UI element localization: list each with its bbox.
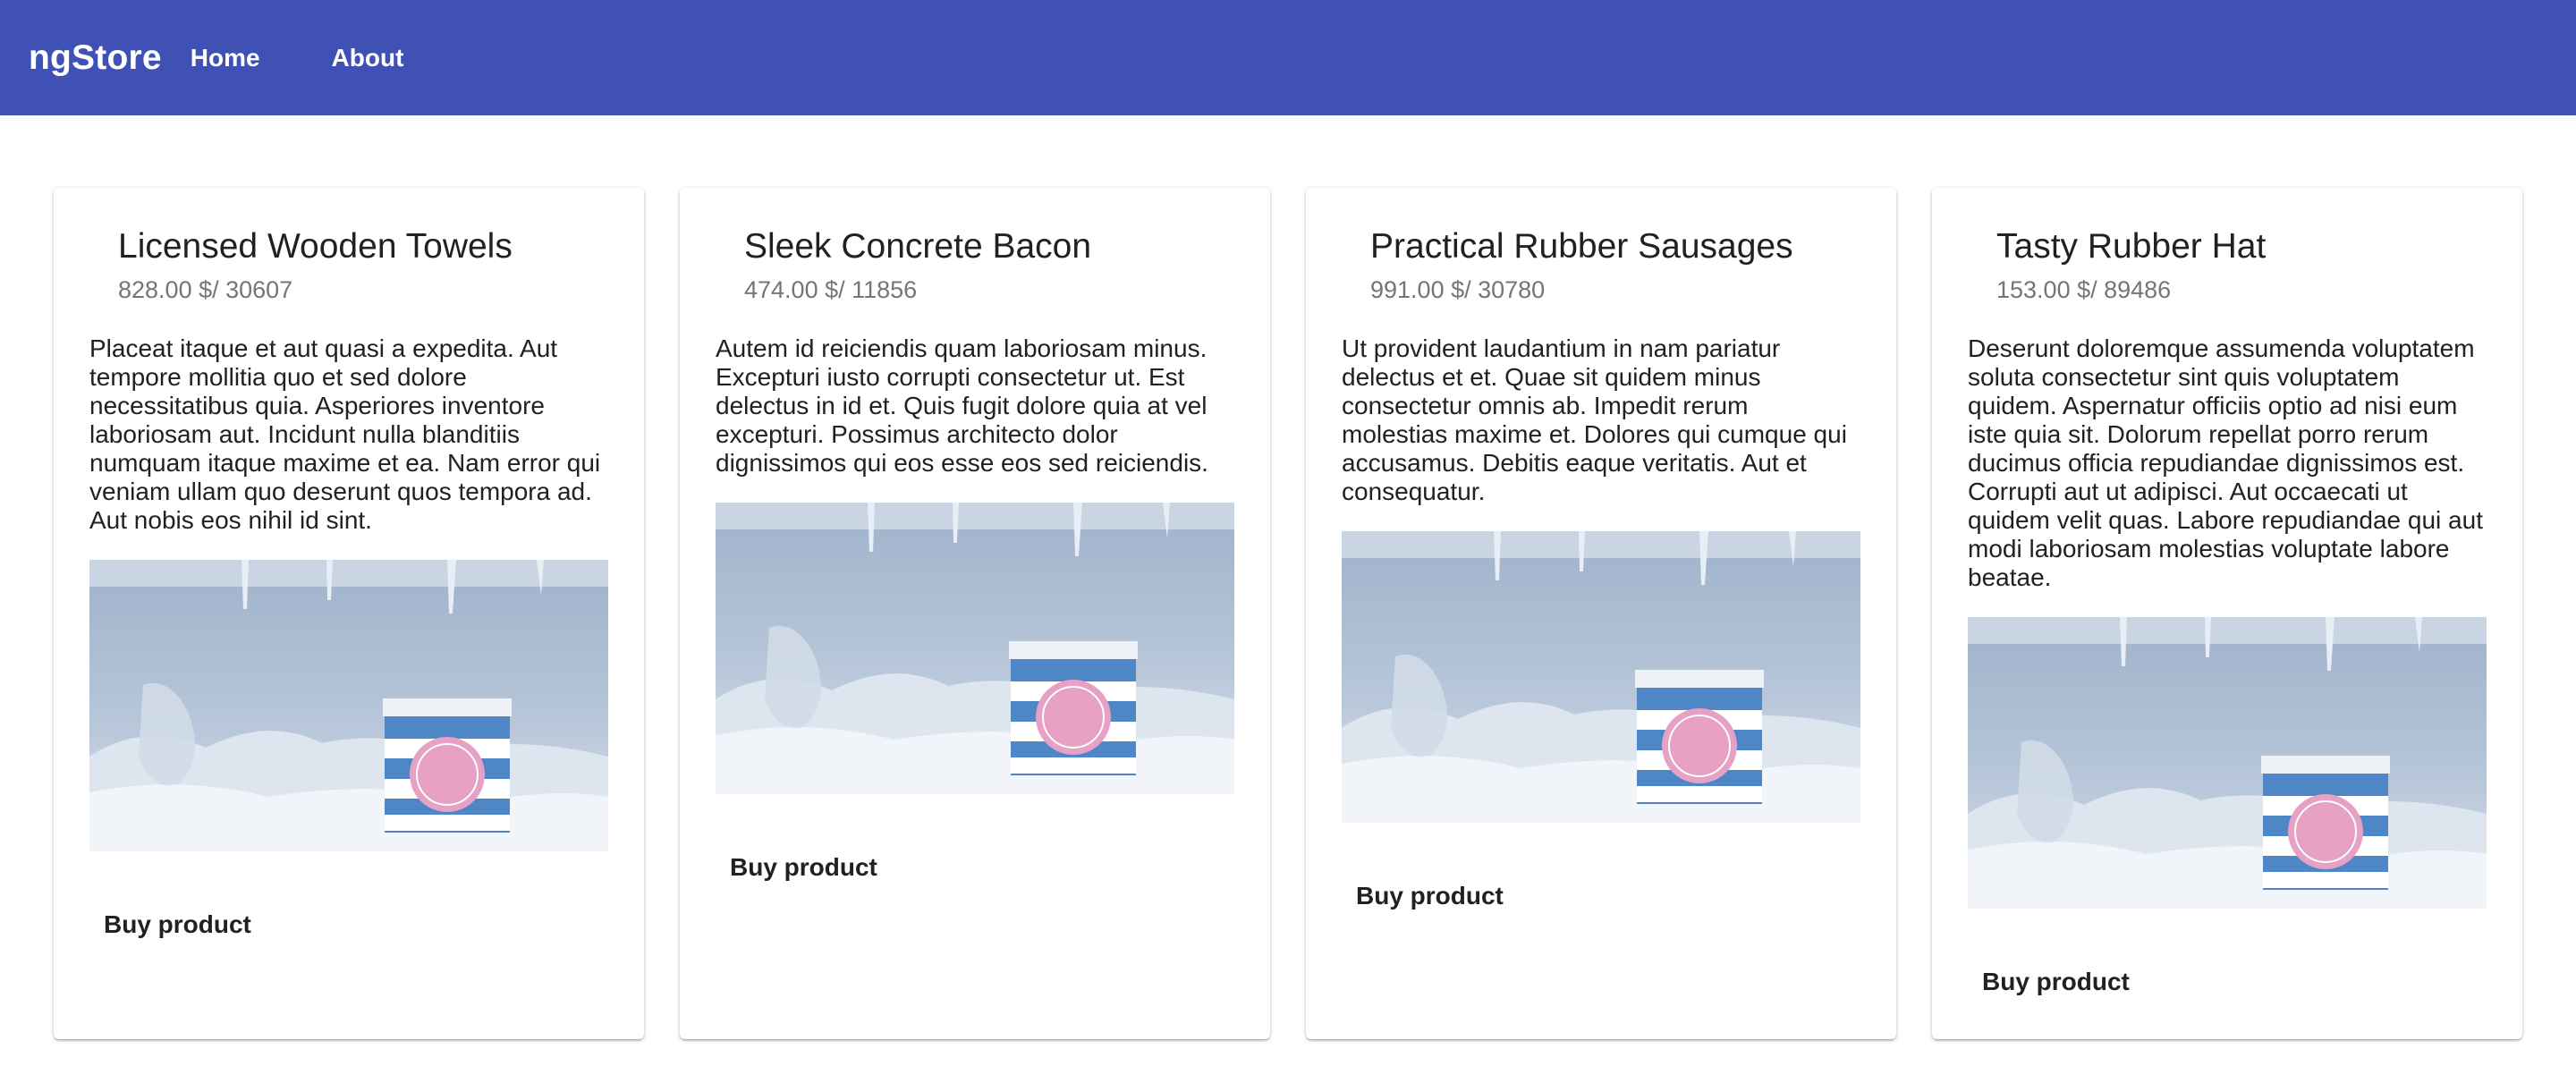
product-card: Licensed Wooden Towels 828.00 $/ 30607 P… bbox=[54, 188, 644, 1039]
buy-product-button[interactable]: Buy product bbox=[89, 900, 266, 950]
product-price: 153.00 $/ 89486 bbox=[1996, 276, 2172, 303]
product-description: Ut provident laudantium in nam pariatur … bbox=[1342, 334, 1847, 505]
product-title: Sleek Concrete Bacon bbox=[744, 227, 1092, 266]
product-price: 474.00 $/ 11856 bbox=[744, 276, 918, 303]
product-price: 991.00 $/ 30780 bbox=[1370, 276, 1546, 303]
buy-product-button[interactable]: Buy product bbox=[1342, 871, 1518, 921]
nav-about-link[interactable]: About bbox=[332, 26, 404, 90]
card-actions: Buy product bbox=[680, 794, 1270, 893]
nav-home-link[interactable]: Home bbox=[191, 26, 260, 90]
card-header: Tasty Rubber Hat 153.00 $/ 89486 bbox=[1932, 188, 2522, 306]
product-description: Autem id reiciendis quam laboriosam minu… bbox=[716, 334, 1208, 477]
buy-product-button[interactable]: Buy product bbox=[716, 842, 892, 893]
product-image bbox=[716, 503, 1234, 794]
product-description: Deserunt doloremque assumenda voluptatem… bbox=[1968, 334, 2483, 591]
product-title: Practical Rubber Sausages bbox=[1370, 227, 1793, 266]
product-card: Practical Rubber Sausages 991.00 $/ 3078… bbox=[1306, 188, 1896, 1039]
product-description: Placeat itaque et aut quasi a expedita. … bbox=[89, 334, 601, 534]
product-image bbox=[1968, 617, 2487, 909]
card-header: Practical Rubber Sausages 991.00 $/ 3078… bbox=[1306, 188, 1896, 306]
top-toolbar: ngStore Home About bbox=[0, 0, 2576, 115]
product-title: Licensed Wooden Towels bbox=[118, 227, 513, 266]
product-image bbox=[89, 560, 608, 851]
card-actions: Buy product bbox=[1932, 909, 2522, 1007]
product-card: Tasty Rubber Hat 153.00 $/ 89486 Deserun… bbox=[1932, 188, 2522, 1039]
card-actions: Buy product bbox=[54, 851, 644, 950]
product-card: Sleek Concrete Bacon 474.00 $/ 11856 Aut… bbox=[680, 188, 1270, 1039]
card-actions: Buy product bbox=[1306, 823, 1896, 921]
product-price: 828.00 $/ 30607 bbox=[118, 276, 293, 303]
product-title: Tasty Rubber Hat bbox=[1996, 227, 2267, 266]
card-header: Sleek Concrete Bacon 474.00 $/ 11856 bbox=[680, 188, 1270, 306]
brand-logo[interactable]: ngStore bbox=[29, 38, 162, 78]
card-header: Licensed Wooden Towels 828.00 $/ 30607 bbox=[54, 188, 644, 306]
product-image bbox=[1342, 531, 1860, 823]
buy-product-button[interactable]: Buy product bbox=[1968, 957, 2144, 1007]
